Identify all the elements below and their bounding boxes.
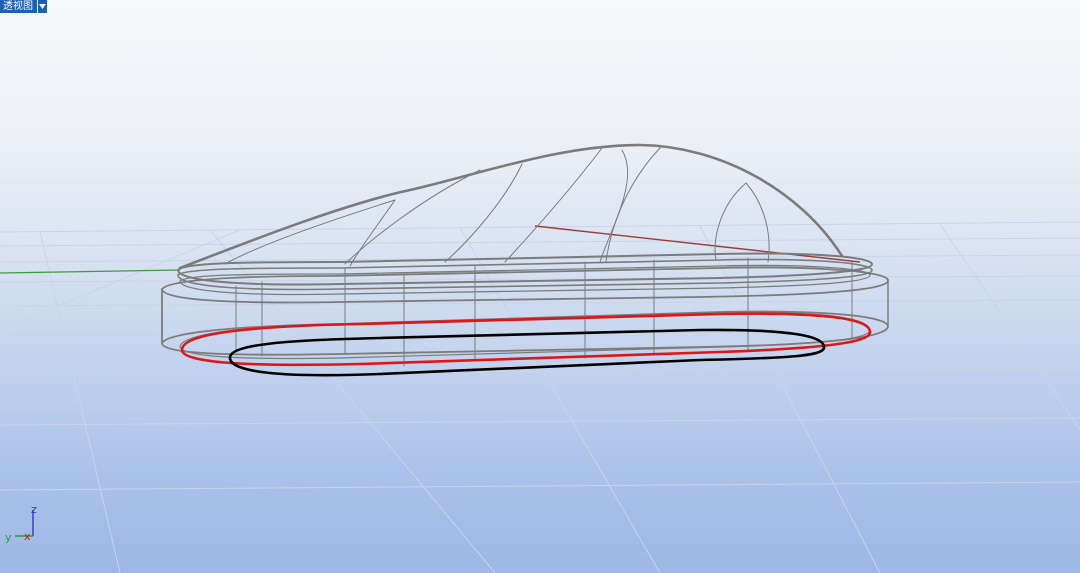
roof-section: [599, 149, 629, 263]
roof-section: [224, 199, 396, 265]
construction-grid: [0, 221, 1080, 573]
grid-line: [0, 481, 1080, 491]
axis-label-y: y: [5, 531, 12, 544]
perspective-viewport[interactable]: 透视图 z y x: [0, 0, 1080, 573]
grid-line: [0, 367, 1080, 376]
axis-label-z: z: [31, 503, 37, 516]
viewport-title[interactable]: 透视图: [0, 0, 37, 13]
axis-label-x: x: [24, 530, 31, 543]
roof-section: [504, 147, 603, 263]
scene-canvas[interactable]: [0, 0, 1080, 573]
roof-section: [344, 169, 481, 265]
grid-line: [0, 237, 1080, 247]
roof-section: [605, 147, 661, 263]
roof-section: [349, 199, 396, 267]
world-y-axis-line: [0, 269, 181, 274]
belt-ring-1: [176, 252, 874, 286]
axis-gizmo: z y x: [0, 496, 50, 548]
grid-line: [39, 231, 121, 573]
viewport-title-tab[interactable]: 透视图: [0, 0, 47, 13]
grid-line: [0, 417, 1080, 426]
chevron-down-icon[interactable]: [38, 0, 47, 13]
